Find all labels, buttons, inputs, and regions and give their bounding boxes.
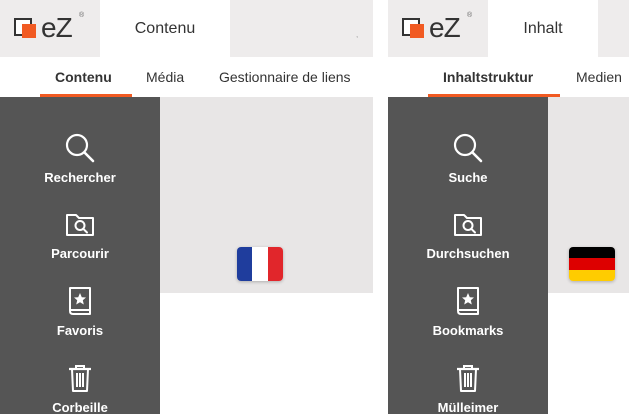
top-tab-content[interactable]: Contenu [100, 0, 230, 57]
flag-stripe-red [267, 247, 283, 281]
sidebar: Suche Durchsuchen Bookmarks Mülleimer [388, 97, 548, 414]
top-tab-content[interactable]: Inhalt [488, 0, 598, 57]
subnav-item-link-manager[interactable]: Gestionnaire de liens [219, 57, 351, 97]
tab-separator: , [356, 30, 359, 39]
germany-flag [569, 247, 615, 281]
sidebar-item-label: Suche [448, 170, 488, 185]
top-tab-label: Contenu [134, 20, 196, 37]
sidebar-item-label: Durchsuchen [426, 246, 510, 261]
panel-gap [373, 0, 388, 414]
sidebar-item-label: Parcourir [51, 246, 109, 261]
browse-folder-icon [454, 214, 482, 236]
search-icon [453, 133, 483, 163]
flag-stripe-black [569, 247, 615, 259]
top-bar: eZ ® Contenu , [0, 0, 373, 57]
logo-square-front [22, 24, 36, 38]
logo-text: eZ [41, 12, 73, 43]
top-tab-label: Inhalt [523, 20, 563, 37]
subnav-item-content[interactable]: Contenu [55, 57, 112, 97]
sidebar-item-label: Mülleimer [437, 400, 499, 414]
subnav-item-media[interactable]: Medien [576, 57, 622, 97]
subnav-item-content-tree[interactable]: Inhaltstruktur [443, 57, 533, 97]
french-ui-panel: eZ ® Contenu , Contenu Média Gestionnair… [0, 0, 373, 414]
search-icon [65, 133, 95, 163]
subnav-item-media[interactable]: Média [146, 57, 184, 97]
sidebar-item-bookmarks[interactable]: Bookmarks [388, 285, 548, 355]
sub-navigation: Contenu Média Gestionnaire de liens [0, 57, 373, 97]
sidebar-item-bookmarks[interactable]: Favoris [0, 285, 160, 355]
sidebar-item-label: Corbeille [52, 400, 108, 414]
sub-navigation: Inhaltstruktur Medien [388, 57, 629, 97]
sidebar-item-browse[interactable]: Parcourir [0, 208, 160, 278]
content-area: Rechercher Parcourir Favoris Corbeille [0, 97, 373, 414]
logo-registered-mark: ® [79, 12, 85, 19]
german-ui-panel: eZ ® Inhalt Inhaltstruktur Medien Suche [388, 0, 629, 414]
ez-logo[interactable]: eZ ® [12, 10, 102, 46]
sidebar-item-label: Bookmarks [432, 323, 504, 338]
sidebar-item-label: Favoris [56, 323, 104, 338]
flag-stripe-blue [237, 247, 253, 281]
top-bar: eZ ® Inhalt [388, 0, 629, 57]
logo-text: eZ [429, 12, 461, 43]
sidebar-item-trash[interactable]: Corbeille [0, 362, 160, 414]
flag-stripe-red [569, 258, 615, 270]
sidebar-item-trash[interactable]: Mülleimer [388, 362, 548, 414]
trash-icon [457, 365, 479, 392]
bookmark-icon [457, 287, 479, 315]
sidebar-item-label: Rechercher [44, 170, 116, 185]
france-flag [237, 247, 283, 281]
sidebar-item-browse[interactable]: Durchsuchen [388, 208, 548, 278]
ez-logo[interactable]: eZ ® [400, 10, 490, 46]
browse-folder-icon [66, 214, 94, 236]
logo-square-front [410, 24, 424, 38]
sidebar-item-search[interactable]: Suche [388, 132, 548, 202]
flag-stripe-white [252, 247, 268, 281]
logo-registered-mark: ® [467, 12, 473, 19]
trash-icon [69, 365, 91, 392]
bookmark-icon [69, 287, 91, 315]
sidebar: Rechercher Parcourir Favoris Corbeille [0, 97, 160, 414]
flag-stripe-gold [569, 269, 615, 281]
sidebar-item-search[interactable]: Rechercher [0, 132, 160, 202]
